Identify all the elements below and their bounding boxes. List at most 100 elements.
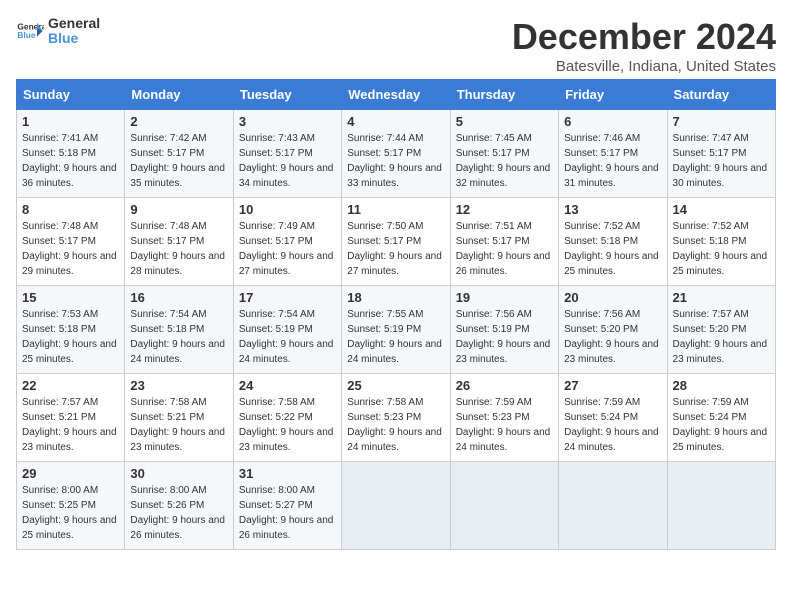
day-number: 28 <box>673 378 770 393</box>
sunrise-text: Sunrise: 7:56 AM <box>564 309 640 320</box>
sunrise-text: Sunrise: 7:46 AM <box>564 133 640 144</box>
sunset-text: Sunset: 5:17 PM <box>130 148 204 159</box>
daylight-text: Daylight: 9 hours and 24 minutes. <box>130 339 225 365</box>
sunset-text: Sunset: 5:17 PM <box>456 148 530 159</box>
calendar-cell: 13 Sunrise: 7:52 AM Sunset: 5:18 PM Dayl… <box>559 198 667 286</box>
day-number: 19 <box>456 290 553 305</box>
sunrise-text: Sunrise: 7:45 AM <box>456 133 532 144</box>
sunset-text: Sunset: 5:19 PM <box>456 324 530 335</box>
col-wednesday: Wednesday <box>342 80 450 110</box>
daylight-text: Daylight: 9 hours and 24 minutes. <box>239 339 334 365</box>
sunset-text: Sunset: 5:17 PM <box>239 148 313 159</box>
calendar-body: 1 Sunrise: 7:41 AM Sunset: 5:18 PM Dayli… <box>17 110 776 550</box>
day-number: 25 <box>347 378 444 393</box>
logo-icon: General Blue <box>16 17 44 45</box>
daylight-text: Daylight: 9 hours and 23 minutes. <box>564 339 659 365</box>
day-number: 2 <box>130 114 227 129</box>
day-info: Sunrise: 7:59 AM Sunset: 5:23 PM Dayligh… <box>456 395 553 455</box>
sunset-text: Sunset: 5:18 PM <box>22 324 96 335</box>
sunset-text: Sunset: 5:21 PM <box>22 412 96 423</box>
daylight-text: Daylight: 9 hours and 27 minutes. <box>347 251 442 277</box>
day-number: 30 <box>130 466 227 481</box>
daylight-text: Daylight: 9 hours and 23 minutes. <box>239 427 334 453</box>
sunrise-text: Sunrise: 7:43 AM <box>239 133 315 144</box>
daylight-text: Daylight: 9 hours and 24 minutes. <box>347 339 442 365</box>
day-info: Sunrise: 8:00 AM Sunset: 5:25 PM Dayligh… <box>22 483 119 543</box>
daylight-text: Daylight: 9 hours and 25 minutes. <box>22 339 117 365</box>
daylight-text: Daylight: 9 hours and 23 minutes. <box>673 339 768 365</box>
day-number: 26 <box>456 378 553 393</box>
daylight-text: Daylight: 9 hours and 24 minutes. <box>456 427 551 453</box>
sunrise-text: Sunrise: 7:42 AM <box>130 133 206 144</box>
sunset-text: Sunset: 5:23 PM <box>347 412 421 423</box>
day-info: Sunrise: 7:59 AM Sunset: 5:24 PM Dayligh… <box>673 395 770 455</box>
day-info: Sunrise: 7:54 AM Sunset: 5:18 PM Dayligh… <box>130 307 227 367</box>
day-number: 7 <box>673 114 770 129</box>
calendar-cell <box>559 462 667 550</box>
calendar-cell: 5 Sunrise: 7:45 AM Sunset: 5:17 PM Dayli… <box>450 110 558 198</box>
day-info: Sunrise: 7:58 AM Sunset: 5:21 PM Dayligh… <box>130 395 227 455</box>
sunset-text: Sunset: 5:21 PM <box>130 412 204 423</box>
sunset-text: Sunset: 5:22 PM <box>239 412 313 423</box>
day-info: Sunrise: 7:58 AM Sunset: 5:23 PM Dayligh… <box>347 395 444 455</box>
daylight-text: Daylight: 9 hours and 26 minutes. <box>239 515 334 541</box>
sunset-text: Sunset: 5:17 PM <box>673 148 747 159</box>
header: General Blue General Blue December 2024 … <box>16 16 776 75</box>
sunrise-text: Sunrise: 7:48 AM <box>22 221 98 232</box>
daylight-text: Daylight: 9 hours and 27 minutes. <box>239 251 334 277</box>
sunrise-text: Sunrise: 7:59 AM <box>673 397 749 408</box>
daylight-text: Daylight: 9 hours and 30 minutes. <box>673 163 768 189</box>
day-info: Sunrise: 7:42 AM Sunset: 5:17 PM Dayligh… <box>130 131 227 191</box>
day-info: Sunrise: 7:57 AM Sunset: 5:20 PM Dayligh… <box>673 307 770 367</box>
col-tuesday: Tuesday <box>233 80 341 110</box>
day-info: Sunrise: 8:00 AM Sunset: 5:26 PM Dayligh… <box>130 483 227 543</box>
calendar-cell: 24 Sunrise: 7:58 AM Sunset: 5:22 PM Dayl… <box>233 374 341 462</box>
day-number: 21 <box>673 290 770 305</box>
sunset-text: Sunset: 5:25 PM <box>22 500 96 511</box>
day-info: Sunrise: 7:56 AM Sunset: 5:19 PM Dayligh… <box>456 307 553 367</box>
calendar-cell: 28 Sunrise: 7:59 AM Sunset: 5:24 PM Dayl… <box>667 374 775 462</box>
sunrise-text: Sunrise: 7:54 AM <box>239 309 315 320</box>
sunrise-text: Sunrise: 7:47 AM <box>673 133 749 144</box>
daylight-text: Daylight: 9 hours and 26 minutes. <box>130 515 225 541</box>
sunrise-text: Sunrise: 7:48 AM <box>130 221 206 232</box>
calendar-cell: 10 Sunrise: 7:49 AM Sunset: 5:17 PM Dayl… <box>233 198 341 286</box>
daylight-text: Daylight: 9 hours and 25 minutes. <box>22 515 117 541</box>
day-info: Sunrise: 7:45 AM Sunset: 5:17 PM Dayligh… <box>456 131 553 191</box>
header-row: Sunday Monday Tuesday Wednesday Thursday… <box>17 80 776 110</box>
calendar-cell: 1 Sunrise: 7:41 AM Sunset: 5:18 PM Dayli… <box>17 110 125 198</box>
day-number: 13 <box>564 202 661 217</box>
sunrise-text: Sunrise: 8:00 AM <box>22 485 98 496</box>
sunrise-text: Sunrise: 7:53 AM <box>22 309 98 320</box>
day-number: 18 <box>347 290 444 305</box>
day-number: 10 <box>239 202 336 217</box>
col-saturday: Saturday <box>667 80 775 110</box>
sunrise-text: Sunrise: 7:58 AM <box>347 397 423 408</box>
sunset-text: Sunset: 5:18 PM <box>22 148 96 159</box>
sunset-text: Sunset: 5:19 PM <box>347 324 421 335</box>
calendar-cell <box>667 462 775 550</box>
sunrise-text: Sunrise: 7:59 AM <box>456 397 532 408</box>
day-number: 3 <box>239 114 336 129</box>
day-info: Sunrise: 7:59 AM Sunset: 5:24 PM Dayligh… <box>564 395 661 455</box>
sunset-text: Sunset: 5:17 PM <box>347 236 421 247</box>
sunrise-text: Sunrise: 7:52 AM <box>564 221 640 232</box>
day-number: 6 <box>564 114 661 129</box>
day-info: Sunrise: 7:57 AM Sunset: 5:21 PM Dayligh… <box>22 395 119 455</box>
calendar-cell: 17 Sunrise: 7:54 AM Sunset: 5:19 PM Dayl… <box>233 286 341 374</box>
daylight-text: Daylight: 9 hours and 25 minutes. <box>673 251 768 277</box>
sunset-text: Sunset: 5:17 PM <box>456 236 530 247</box>
day-info: Sunrise: 7:47 AM Sunset: 5:17 PM Dayligh… <box>673 131 770 191</box>
day-info: Sunrise: 7:49 AM Sunset: 5:17 PM Dayligh… <box>239 219 336 279</box>
sunset-text: Sunset: 5:17 PM <box>564 148 638 159</box>
day-number: 31 <box>239 466 336 481</box>
sunset-text: Sunset: 5:18 PM <box>130 324 204 335</box>
calendar-cell: 25 Sunrise: 7:58 AM Sunset: 5:23 PM Dayl… <box>342 374 450 462</box>
sunrise-text: Sunrise: 7:51 AM <box>456 221 532 232</box>
sunrise-text: Sunrise: 7:57 AM <box>22 397 98 408</box>
sunset-text: Sunset: 5:17 PM <box>347 148 421 159</box>
calendar-cell: 6 Sunrise: 7:46 AM Sunset: 5:17 PM Dayli… <box>559 110 667 198</box>
day-number: 15 <box>22 290 119 305</box>
calendar-cell: 20 Sunrise: 7:56 AM Sunset: 5:20 PM Dayl… <box>559 286 667 374</box>
sunrise-text: Sunrise: 7:55 AM <box>347 309 423 320</box>
